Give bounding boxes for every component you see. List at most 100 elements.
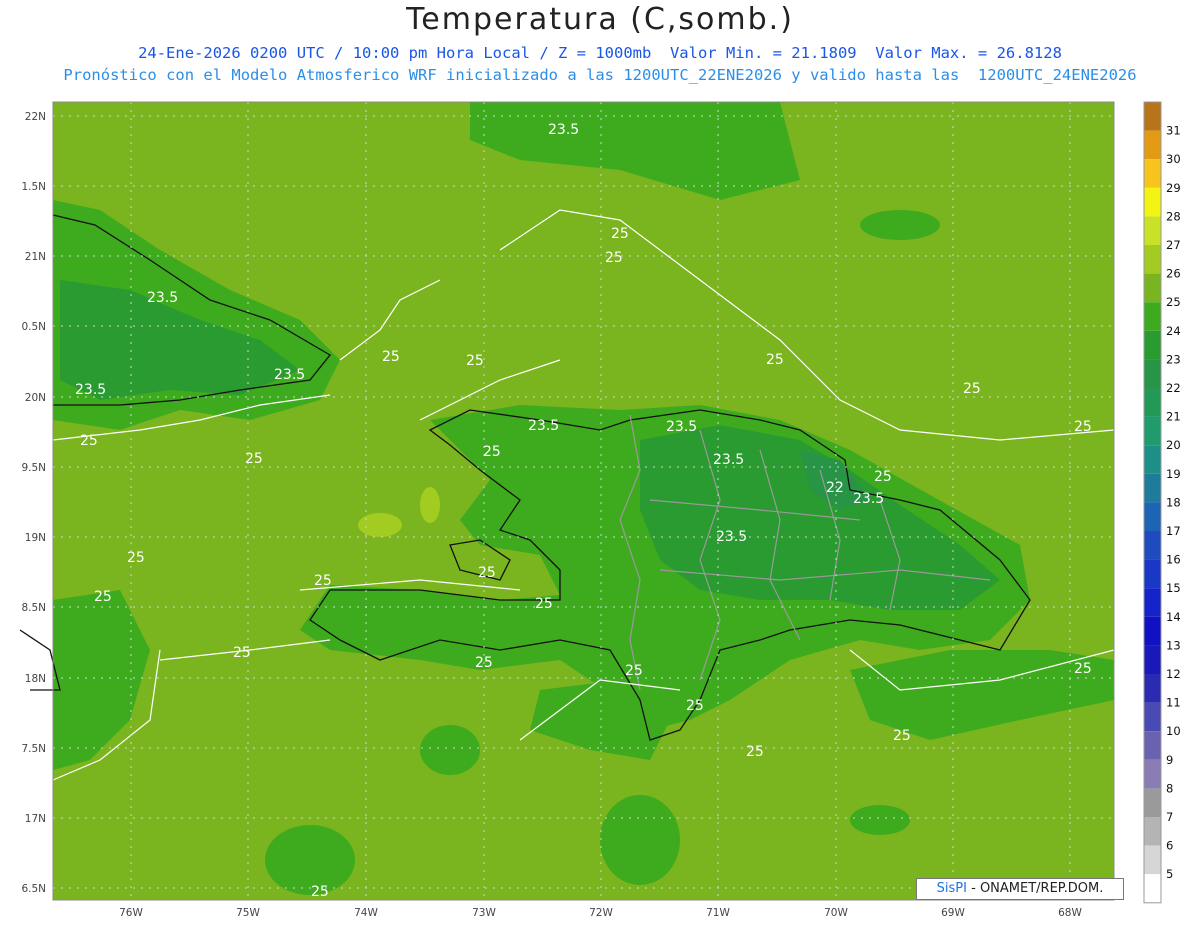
contour-label: 23.5 <box>716 529 747 545</box>
sea-patch-1 <box>265 825 355 895</box>
colorbar-swatch <box>1144 874 1161 903</box>
colorbar-label: 21 <box>1166 410 1181 424</box>
lat-label: 21N <box>25 251 46 263</box>
sea-patch-4 <box>860 210 940 240</box>
colorbar-label: 27 <box>1166 238 1181 252</box>
contour-label: 25 <box>893 728 911 744</box>
colorbar: 31 30 29 28 27 26 25 24 23 22 21 20 19 18 17 16 15 14 13 12… <box>1143 101 1181 904</box>
contour-label: 25 <box>1074 419 1092 435</box>
lat-label: 19N <box>25 532 46 544</box>
contour-label: 25 <box>686 698 704 714</box>
contour-label: 25 <box>535 596 553 612</box>
lon-label: 76W <box>119 907 143 919</box>
contour-label: 25 <box>80 433 98 449</box>
contour-label: 22 <box>826 480 844 496</box>
colorbar-label: 23 <box>1166 352 1181 366</box>
colorbar-label: 5 <box>1166 867 1173 881</box>
colorbar-label: 6 <box>1166 839 1173 853</box>
colorbar-label: 18 <box>1166 495 1181 509</box>
contour-label: 25 <box>478 565 496 581</box>
colorbar-swatch <box>1144 388 1161 417</box>
colorbar-swatch <box>1144 445 1161 474</box>
lon-label: 71W <box>706 907 730 919</box>
sispi-logo: SisPI - ONAMET/REP.DOM. <box>916 878 1124 900</box>
contour-label: 25 <box>766 352 784 368</box>
warm-spot-2 <box>420 487 440 523</box>
colorbar-label: 17 <box>1166 524 1181 538</box>
colorbar-label: 20 <box>1166 438 1181 452</box>
colorbar-label: 29 <box>1166 181 1181 195</box>
contour-label: 25 <box>94 589 112 605</box>
colorbar-swatch <box>1144 674 1161 703</box>
lon-label: 70W <box>824 907 848 919</box>
colorbar-label: 24 <box>1166 324 1181 338</box>
contour-label: 25 <box>874 469 892 485</box>
lat-label: 7.5N <box>21 743 46 755</box>
longitude-axis: 76W 75W 74W 73W 72W 71W 70W 69W 68W <box>119 907 1082 919</box>
colorbar-swatch <box>1144 245 1161 274</box>
contour-label: 23.5 <box>75 382 106 398</box>
colorbar-swatch <box>1144 359 1161 388</box>
lon-label: 72W <box>589 907 613 919</box>
latitude-axis: 22N 1.5N 21N 0.5N 20N 9.5N 19N 8.5N 18N … <box>21 111 46 895</box>
contour-label: 23.5 <box>274 367 305 383</box>
contour-label: 25 <box>475 655 493 671</box>
colorbar-label: 7 <box>1166 810 1173 824</box>
colorbar-swatch <box>1144 473 1161 503</box>
contour-label: 25 <box>466 353 484 369</box>
lon-label: 68W <box>1058 907 1082 919</box>
lat-label: 18N <box>25 673 46 685</box>
lat-label: 20N <box>25 392 46 404</box>
lat-label: 1.5N <box>21 181 46 193</box>
colorbar-label: 13 <box>1166 638 1181 652</box>
colorbar-label: 28 <box>1166 209 1181 223</box>
colorbar-swatch <box>1144 130 1161 160</box>
lon-label: 69W <box>941 907 965 919</box>
colorbar-label: 8 <box>1166 781 1173 795</box>
contour-label: 25 <box>127 550 145 566</box>
logo-text: - ONAMET/REP.DOM. <box>966 881 1104 896</box>
sea-patch-3 <box>420 725 480 775</box>
lat-label: 8.5N <box>21 602 46 614</box>
colorbar-swatch <box>1144 531 1161 560</box>
colorbar-swatch <box>1144 588 1161 617</box>
colorbar-swatch <box>1144 416 1161 446</box>
colorbar-label: 10 <box>1166 724 1181 738</box>
lat-label: 22N <box>25 111 46 123</box>
colorbar-swatch <box>1144 702 1161 732</box>
colorbar-swatch <box>1144 788 1161 817</box>
colorbar-swatch <box>1144 502 1161 531</box>
colorbar-swatch <box>1144 102 1161 131</box>
contour-label: 25 <box>311 884 329 900</box>
contour-label: 25 <box>746 744 764 760</box>
colorbar-swatch <box>1144 187 1161 217</box>
colorbar-swatch <box>1144 759 1161 789</box>
contour-label: 25 <box>233 645 251 661</box>
colorbar-swatch <box>1144 817 1161 846</box>
contour-label: 25 <box>611 226 629 242</box>
map-figure: 23.5 25 25 23.5 23.5 25 25 25 25 23.5 23… <box>19 101 1181 919</box>
colorbar-label: 14 <box>1166 610 1181 624</box>
contour-label: 23.5 <box>666 419 697 435</box>
contour-label: 23.5 <box>147 290 178 306</box>
contour-label: 25 <box>483 444 501 460</box>
colorbar-label: 31 <box>1166 124 1181 138</box>
contour-label: 23.5 <box>528 418 559 434</box>
lon-label: 74W <box>354 907 378 919</box>
colorbar-swatch <box>1144 645 1161 674</box>
colorbar-label: 11 <box>1166 696 1181 710</box>
colorbar-swatch <box>1144 159 1161 188</box>
lat-label: 17N <box>25 813 46 825</box>
colorbar-label: 16 <box>1166 553 1181 567</box>
warm-spot-1 <box>358 513 402 537</box>
sea-patch-2 <box>600 795 680 885</box>
contour-label: 23.5 <box>713 452 744 468</box>
colorbar-label: 12 <box>1166 667 1181 681</box>
contour-label: 25 <box>963 381 981 397</box>
lon-label: 73W <box>472 907 496 919</box>
colorbar-swatch <box>1144 845 1161 875</box>
colorbar-label: 30 <box>1166 152 1181 166</box>
colorbar-label: 25 <box>1166 295 1181 309</box>
colorbar-label: 19 <box>1166 467 1181 481</box>
contour-label: 25 <box>314 573 332 589</box>
